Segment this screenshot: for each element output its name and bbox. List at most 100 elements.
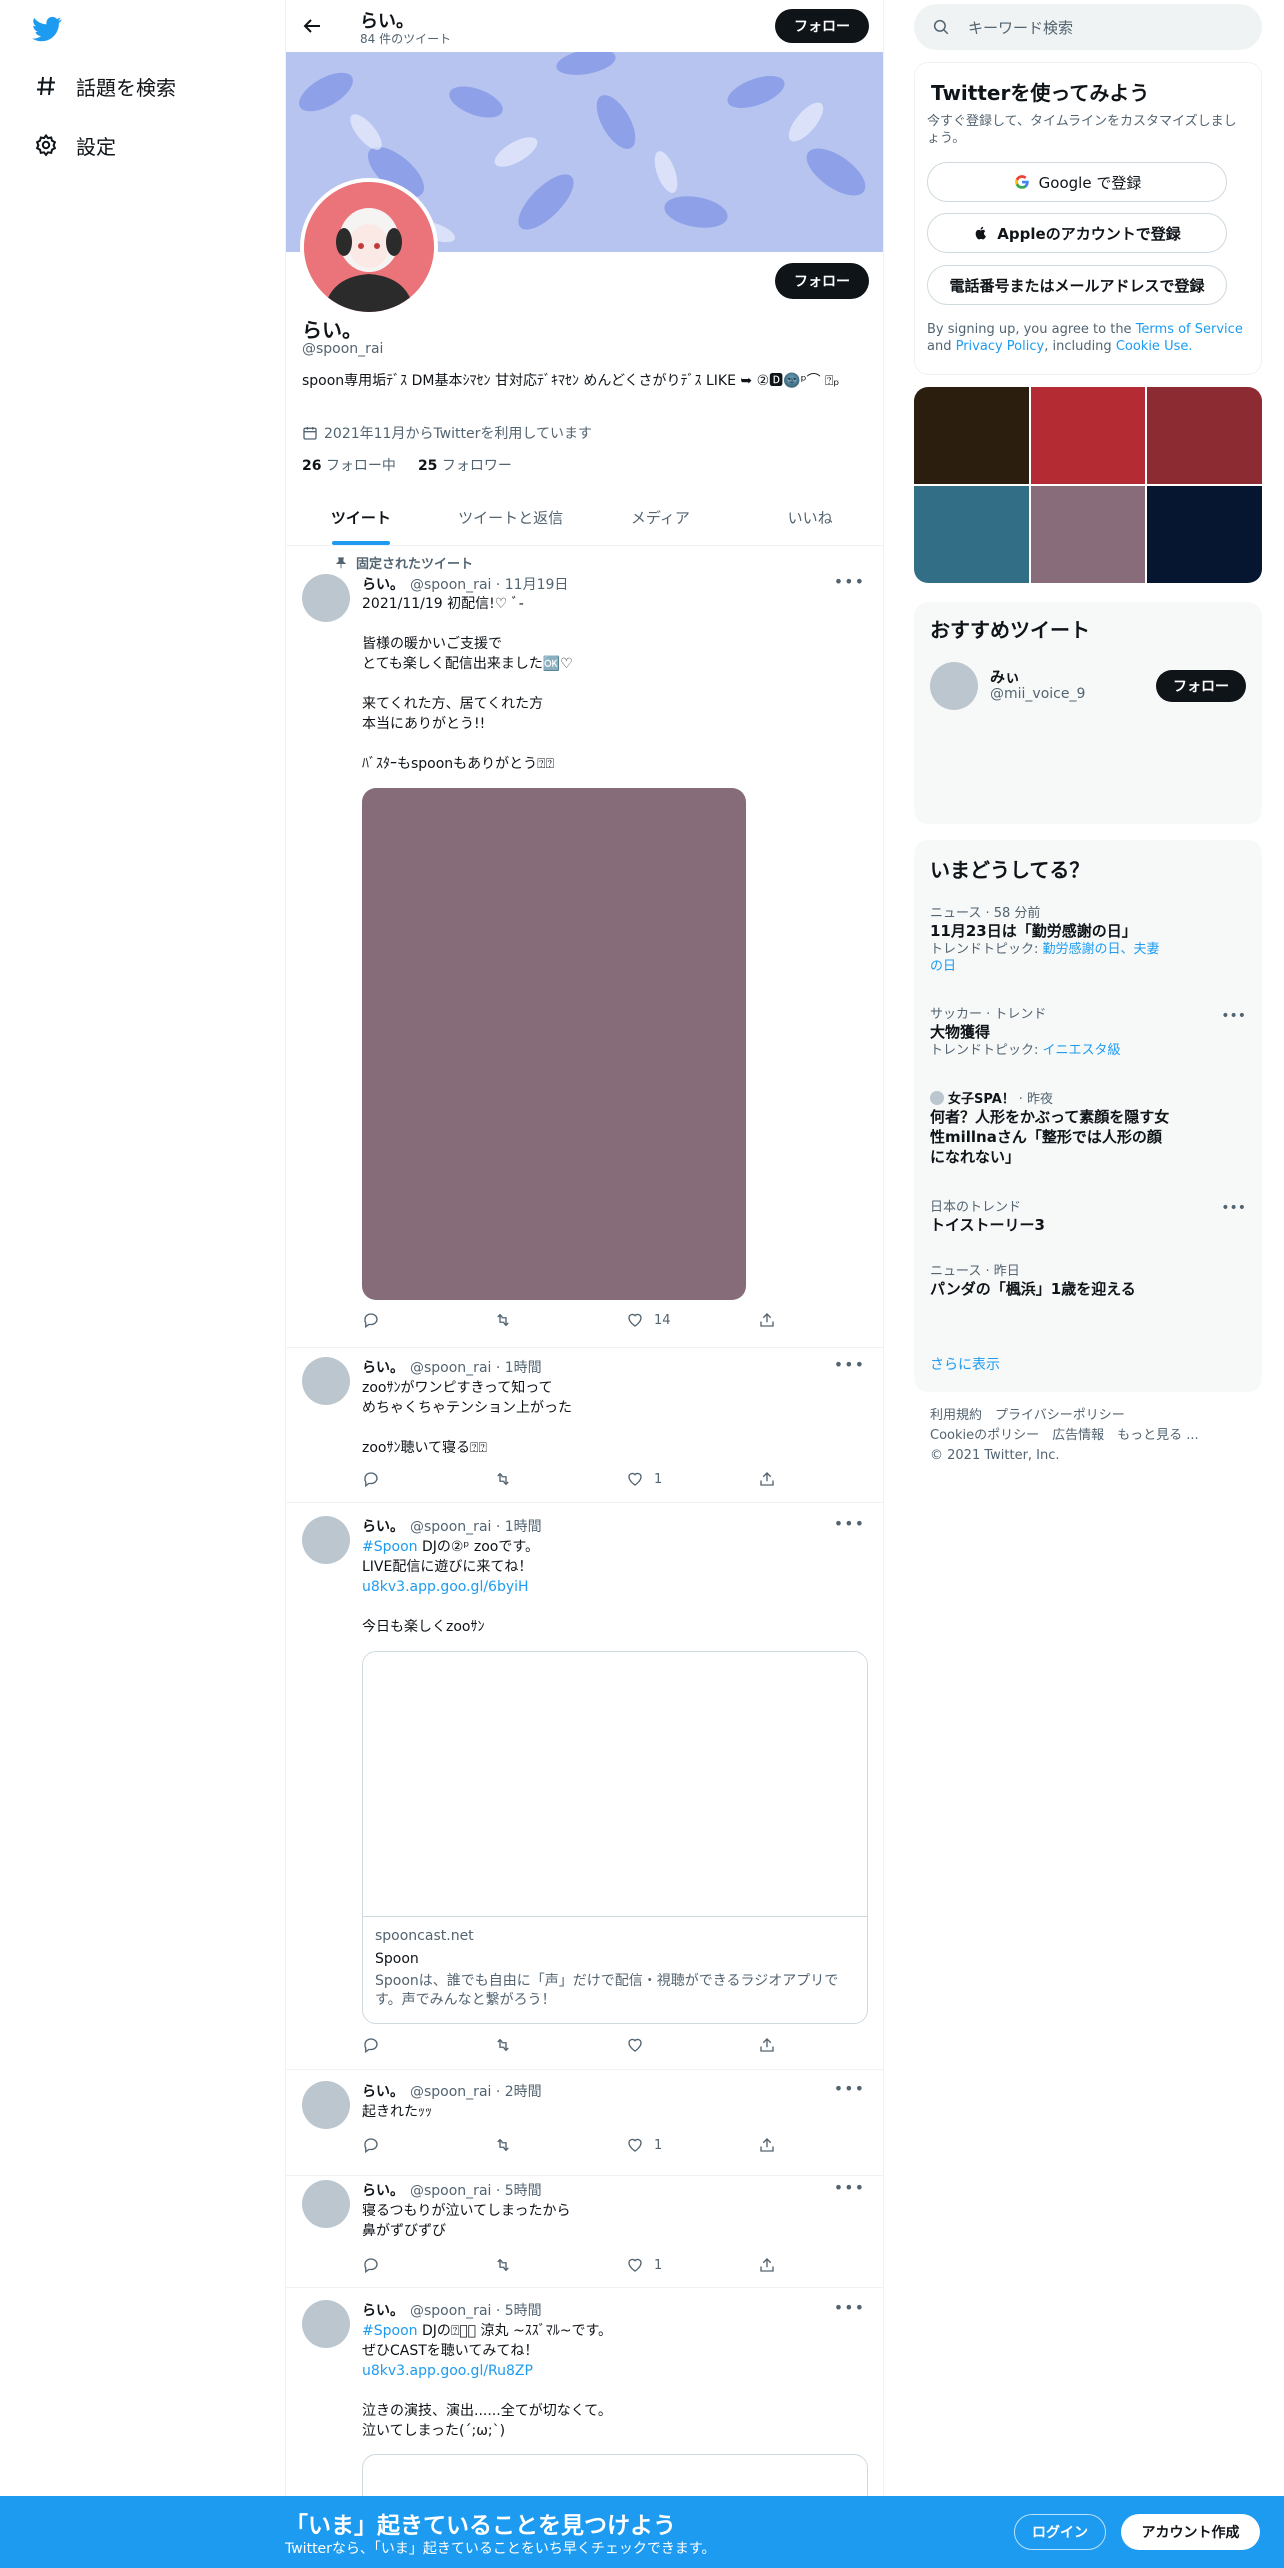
avatar[interactable] <box>302 1357 350 1405</box>
tweet-author[interactable]: らい。 <box>362 574 404 594</box>
trend-item[interactable]: サッカー · トレンド 大物獲得 トレンドトピック: イニエスタ級 <box>930 1003 1250 1059</box>
avatar[interactable] <box>930 662 978 710</box>
tab-tweets[interactable]: ツイート <box>286 490 436 545</box>
tweet-author[interactable]: らい。 <box>362 2300 404 2320</box>
media-thumb[interactable] <box>1147 486 1262 583</box>
tweet-text: 起きれたｯｯ <box>362 2104 432 2120</box>
tweet-meta[interactable]: @spoon_rai · 5時間 <box>410 2300 542 2320</box>
avatar[interactable] <box>302 2180 350 2228</box>
link-card[interactable]: spooncast.net Spoon Spoonは、誰でも自由に「声」だけで配… <box>362 1651 868 2024</box>
share-icon[interactable] <box>758 2256 776 2274</box>
media-thumb[interactable] <box>914 387 1029 484</box>
like-button[interactable]: 1 <box>626 2256 662 2274</box>
share-icon[interactable] <box>758 2136 776 2154</box>
twitter-logo-icon[interactable] <box>30 14 64 44</box>
tweet-meta[interactable]: @spoon_rai · 1時間 <box>410 1516 542 1536</box>
tweet-meta[interactable]: @spoon_rai · 5時間 <box>410 2180 542 2200</box>
media-thumb[interactable] <box>1030 387 1146 484</box>
trend-title: パンダの「楓浜」1歳を迎える <box>930 1280 1136 1298</box>
more-icon[interactable]: ••• <box>834 2079 865 2098</box>
retweet-icon[interactable] <box>494 2256 512 2274</box>
like-button[interactable]: 1 <box>626 2136 662 2154</box>
more-icon[interactable]: ••• <box>834 2298 865 2317</box>
reply-icon[interactable] <box>362 2136 380 2154</box>
retweet-icon[interactable] <box>494 1311 512 1329</box>
more-icon[interactable]: ••• <box>1221 1008 1246 1024</box>
following-link[interactable]: 26 フォロー中 <box>302 455 396 475</box>
tweet-meta[interactable]: @spoon_rai · 1時間 <box>410 1357 542 1377</box>
create-account-button[interactable]: アカウント作成 <box>1121 2514 1260 2550</box>
profile-avatar[interactable] <box>300 178 438 316</box>
header-follow-button[interactable]: フォロー <box>775 9 869 43</box>
apple-signup-button[interactable]: Appleのアカウントで登録 <box>927 213 1227 253</box>
tweet-meta[interactable]: @spoon_rai · 11月19日 <box>410 574 568 594</box>
reply-icon[interactable] <box>362 1311 380 1329</box>
reply-icon[interactable] <box>362 2036 380 2054</box>
avatar[interactable] <box>302 1516 350 1564</box>
share-icon[interactable] <box>758 2036 776 2054</box>
more-icon[interactable]: ••• <box>834 1355 865 1374</box>
more-icon[interactable]: ••• <box>834 572 865 591</box>
cookie-link[interactable]: Cookie Use. <box>1116 339 1193 354</box>
media-thumb[interactable] <box>1030 486 1146 583</box>
tweet-meta[interactable]: @spoon_rai · 2時間 <box>410 2081 542 2101</box>
like-button[interactable]: 14 <box>626 1311 671 1329</box>
more-icon[interactable]: ••• <box>834 1514 865 1533</box>
like-button[interactable]: 1 <box>626 1470 662 1488</box>
tab-likes[interactable]: いいね <box>735 490 883 545</box>
terms-link[interactable]: Terms of Service <box>1136 322 1243 337</box>
share-icon[interactable] <box>758 1470 776 1488</box>
avatar[interactable] <box>302 574 350 622</box>
followers-link[interactable]: 25 フォロワー <box>418 455 512 475</box>
hashtag-link[interactable]: #Spoon <box>362 1539 418 1555</box>
trend-item[interactable]: 日本のトレンド トイストーリー3 <box>930 1196 1250 1235</box>
trend-item[interactable]: ニュース · 昨日 パンダの「楓浜」1歳を迎える <box>930 1260 1250 1299</box>
tweet-media[interactable] <box>362 788 746 1300</box>
reply-icon[interactable] <box>362 2256 380 2274</box>
bottom-bar-subtitle: Twitterなら、「いま」起きていることをいち早くチェックできます。 <box>285 2541 716 2557</box>
retweet-icon[interactable] <box>494 2036 512 2054</box>
tweet-link[interactable]: u8kv3.app.goo.gl/Ru8ZP <box>362 2361 862 2381</box>
profile-follow-stats: 26 フォロー中 25 フォロワー <box>302 455 512 475</box>
share-icon[interactable] <box>758 1311 776 1329</box>
trend-item[interactable]: ニュース · 58 分前 11月23日は「勤労感謝の日」 トレンドトピック: 勤… <box>930 902 1250 975</box>
like-count: 1 <box>654 2137 663 2153</box>
profile-follow-button[interactable]: フォロー <box>775 263 869 299</box>
tweet-author[interactable]: らい。 <box>362 1357 404 1377</box>
footer-line[interactable]: 利用規約 プライバシーポリシー <box>930 1406 1230 1426</box>
back-arrow-icon[interactable] <box>300 14 324 38</box>
reply-icon[interactable] <box>362 1470 380 1488</box>
nav-explore[interactable]: 話題を検索 <box>34 66 176 106</box>
trend-item[interactable]: 女子SPA！ · 昨夜 何者？人形をかぶって素顔を隠す女性millnaさん「整形… <box>930 1088 1250 1167</box>
tweet-author[interactable]: らい。 <box>362 1516 404 1536</box>
retweet-icon[interactable] <box>494 2136 512 2154</box>
hashtag-link[interactable]: #Spoon <box>362 2323 418 2339</box>
recommended-follow-button[interactable]: フォロー <box>1156 670 1246 702</box>
avatar[interactable] <box>302 2081 350 2129</box>
tweet-text-line: ぜひCASTを聴いてみてね！ <box>362 2343 539 2359</box>
tweet-author[interactable]: らい。 <box>362 2180 404 2200</box>
tab-media[interactable]: メディア <box>586 490 736 545</box>
media-thumb[interactable] <box>1147 387 1262 484</box>
retweet-icon[interactable] <box>494 1470 512 1488</box>
avatar-illustration <box>304 182 434 312</box>
more-icon[interactable]: ••• <box>834 2178 865 2197</box>
media-thumb[interactable] <box>914 486 1029 583</box>
show-more-link[interactable]: さらに表示 <box>930 1354 1000 1374</box>
privacy-link[interactable]: Privacy Policy <box>956 339 1045 354</box>
avatar[interactable] <box>302 2300 350 2348</box>
recommended-user-name[interactable]: みぃ <box>990 666 1020 687</box>
tweet-link[interactable]: u8kv3.app.goo.gl/6byiH <box>362 1577 862 1597</box>
more-icon[interactable]: ••• <box>1221 1200 1246 1216</box>
like-button[interactable] <box>626 2036 644 2054</box>
phone-signup-button[interactable]: 電話番号またはメールアドレスで登録 <box>927 265 1227 305</box>
google-signup-button[interactable]: Google で登録 <box>927 162 1227 202</box>
footer-line[interactable]: Cookieのポリシー 広告情報 もっと見る ... <box>930 1426 1230 1446</box>
tab-tweets-replies[interactable]: ツイートと返信 <box>436 490 586 545</box>
login-button[interactable]: ログイン <box>1014 2514 1106 2550</box>
tweet-author[interactable]: らい。 <box>362 2081 404 2101</box>
nav-settings[interactable]: 設定 <box>34 125 116 165</box>
trend-sub-link[interactable]: イニエスタ級 <box>1043 1043 1121 1058</box>
card-description: Spoonは、誰でも自由に「声」だけで配信・視聴ができるラジオアプリです。声でみ… <box>375 1973 839 2008</box>
search-input[interactable]: キーワード検索 <box>914 4 1262 50</box>
